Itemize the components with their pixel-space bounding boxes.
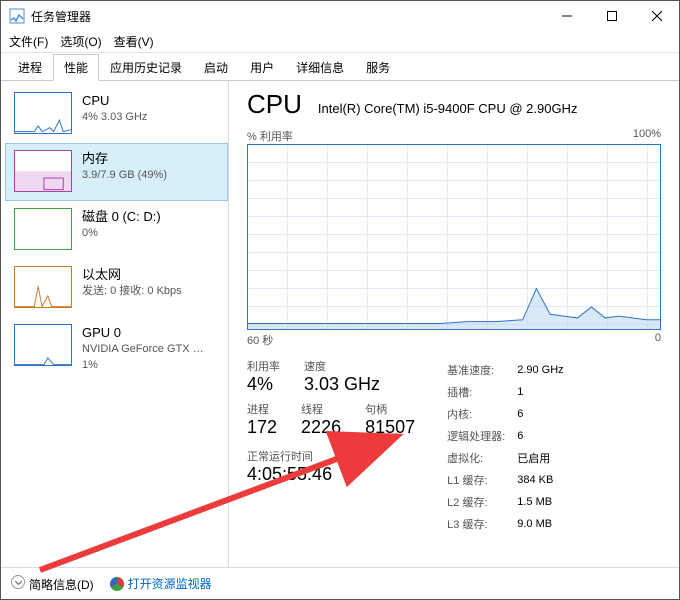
tab-users[interactable]: 用户	[239, 54, 285, 81]
sidebar-disk-val: 0%	[82, 226, 161, 241]
resmon-icon	[110, 577, 124, 591]
open-resmon-link[interactable]: 打开资源监视器	[110, 575, 212, 592]
tab-services[interactable]: 服务	[355, 54, 401, 81]
main-panel: CPU Intel(R) Core(TM) i5-9400F CPU @ 2.9…	[229, 81, 679, 567]
util-value: 4%	[247, 374, 280, 395]
speed-value: 3.03 GHz	[304, 374, 380, 395]
disk-thumb	[14, 208, 72, 250]
mem-thumb	[14, 150, 72, 192]
brief-info-button[interactable]: 简略信息(D)	[11, 575, 94, 593]
cpu-thumb	[14, 92, 72, 134]
sidebar-cpu-name: CPU	[82, 92, 147, 110]
minimize-button[interactable]	[544, 1, 589, 31]
proc-value: 172	[247, 417, 277, 438]
thread-label: 线程	[301, 401, 341, 417]
cpu-graph-line	[248, 145, 660, 329]
sidebar: CPU4% 3.03 GHz 内存3.9/7.9 GB (49%) 磁盘 0 (…	[1, 81, 229, 567]
menu-view[interactable]: 查看(V)	[114, 33, 154, 50]
x-axis-left: 60 秒	[247, 332, 273, 348]
spec-val: 384 KB	[517, 470, 573, 490]
app-icon	[9, 8, 25, 24]
main-title: CPU	[247, 89, 302, 120]
y-axis-label: % 利用率	[247, 128, 293, 144]
spec-key: L3 缓存:	[447, 514, 515, 534]
spec-val: 2.90 GHz	[517, 360, 573, 380]
handle-value: 81507	[365, 417, 415, 438]
sidebar-gpu-val: NVIDIA GeForce GTX … 1%	[82, 342, 204, 373]
sidebar-eth-name: 以太网	[82, 266, 182, 284]
specs-table: 基准速度:2.90 GHz插槽:1内核:6逻辑处理器:6虚拟化:已启用L1 缓存…	[445, 358, 576, 536]
gpu-thumb	[14, 324, 72, 366]
spec-key: L1 缓存:	[447, 470, 515, 490]
spec-val: 9.0 MB	[517, 514, 573, 534]
spec-val: 1.5 MB	[517, 492, 573, 512]
sidebar-mem-name: 内存	[82, 150, 167, 168]
menu-options[interactable]: 选项(O)	[60, 33, 101, 50]
sidebar-eth-val: 发送: 0 接收: 0 Kbps	[82, 284, 182, 299]
menubar: 文件(F) 选项(O) 查看(V)	[1, 31, 679, 53]
sidebar-cpu-val: 4% 3.03 GHz	[82, 110, 147, 125]
uptime-value: 4:05:55:46	[247, 464, 415, 485]
cpu-model: Intel(R) Core(TM) i5-9400F CPU @ 2.90GHz	[318, 101, 578, 116]
menu-file[interactable]: 文件(F)	[9, 33, 48, 50]
sidebar-gpu-name: GPU 0	[82, 324, 204, 342]
y-axis-max: 100%	[633, 128, 661, 144]
chevron-down-icon	[11, 575, 25, 589]
sidebar-disk-name: 磁盘 0 (C: D:)	[82, 208, 161, 226]
tab-performance[interactable]: 性能	[53, 54, 99, 81]
spec-key: 插槽:	[447, 382, 515, 402]
spec-key: 虚拟化:	[447, 448, 515, 468]
tab-app-history[interactable]: 应用历史记录	[99, 54, 193, 81]
task-manager-window: 任务管理器 文件(F) 选项(O) 查看(V) 进程 性能 应用历史记录 启动 …	[0, 0, 680, 600]
content: CPU4% 3.03 GHz 内存3.9/7.9 GB (49%) 磁盘 0 (…	[1, 81, 679, 567]
sidebar-item-cpu[interactable]: CPU4% 3.03 GHz	[5, 85, 228, 143]
thread-value: 2226	[301, 417, 341, 438]
spec-val: 6	[517, 426, 573, 446]
cpu-graph[interactable]	[247, 144, 661, 330]
stats: 利用率4% 速度3.03 GHz 进程172 线程2226 句柄81507 正常…	[247, 358, 661, 536]
spec-key: 逻辑处理器:	[447, 426, 515, 446]
sidebar-item-gpu[interactable]: GPU 0NVIDIA GeForce GTX … 1%	[5, 317, 228, 380]
tab-details[interactable]: 详细信息	[285, 54, 355, 81]
spec-val: 1	[517, 382, 573, 402]
spec-key: L2 缓存:	[447, 492, 515, 512]
handle-label: 句柄	[365, 401, 415, 417]
titlebar: 任务管理器	[1, 1, 679, 31]
x-axis-right: 0	[655, 332, 661, 348]
eth-thumb	[14, 266, 72, 308]
sidebar-mem-val: 3.9/7.9 GB (49%)	[82, 168, 167, 183]
proc-label: 进程	[247, 401, 277, 417]
util-label: 利用率	[247, 358, 280, 374]
spec-key: 基准速度:	[447, 360, 515, 380]
footer: 简略信息(D) 打开资源监视器	[1, 567, 679, 599]
sidebar-item-disk[interactable]: 磁盘 0 (C: D:)0%	[5, 201, 228, 259]
uptime-label: 正常运行时间	[247, 448, 415, 464]
window-controls	[544, 1, 679, 31]
maximize-button[interactable]	[589, 1, 634, 31]
sidebar-item-ethernet[interactable]: 以太网发送: 0 接收: 0 Kbps	[5, 259, 228, 317]
tabstrip: 进程 性能 应用历史记录 启动 用户 详细信息 服务	[1, 53, 679, 81]
sidebar-item-memory[interactable]: 内存3.9/7.9 GB (49%)	[5, 143, 228, 201]
tab-startup[interactable]: 启动	[193, 54, 239, 81]
spec-val: 6	[517, 404, 573, 424]
tab-processes[interactable]: 进程	[7, 54, 53, 81]
window-title: 任务管理器	[31, 8, 544, 25]
speed-label: 速度	[304, 358, 380, 374]
spec-val: 已启用	[517, 448, 573, 468]
spec-key: 内核:	[447, 404, 515, 424]
close-button[interactable]	[634, 1, 679, 31]
